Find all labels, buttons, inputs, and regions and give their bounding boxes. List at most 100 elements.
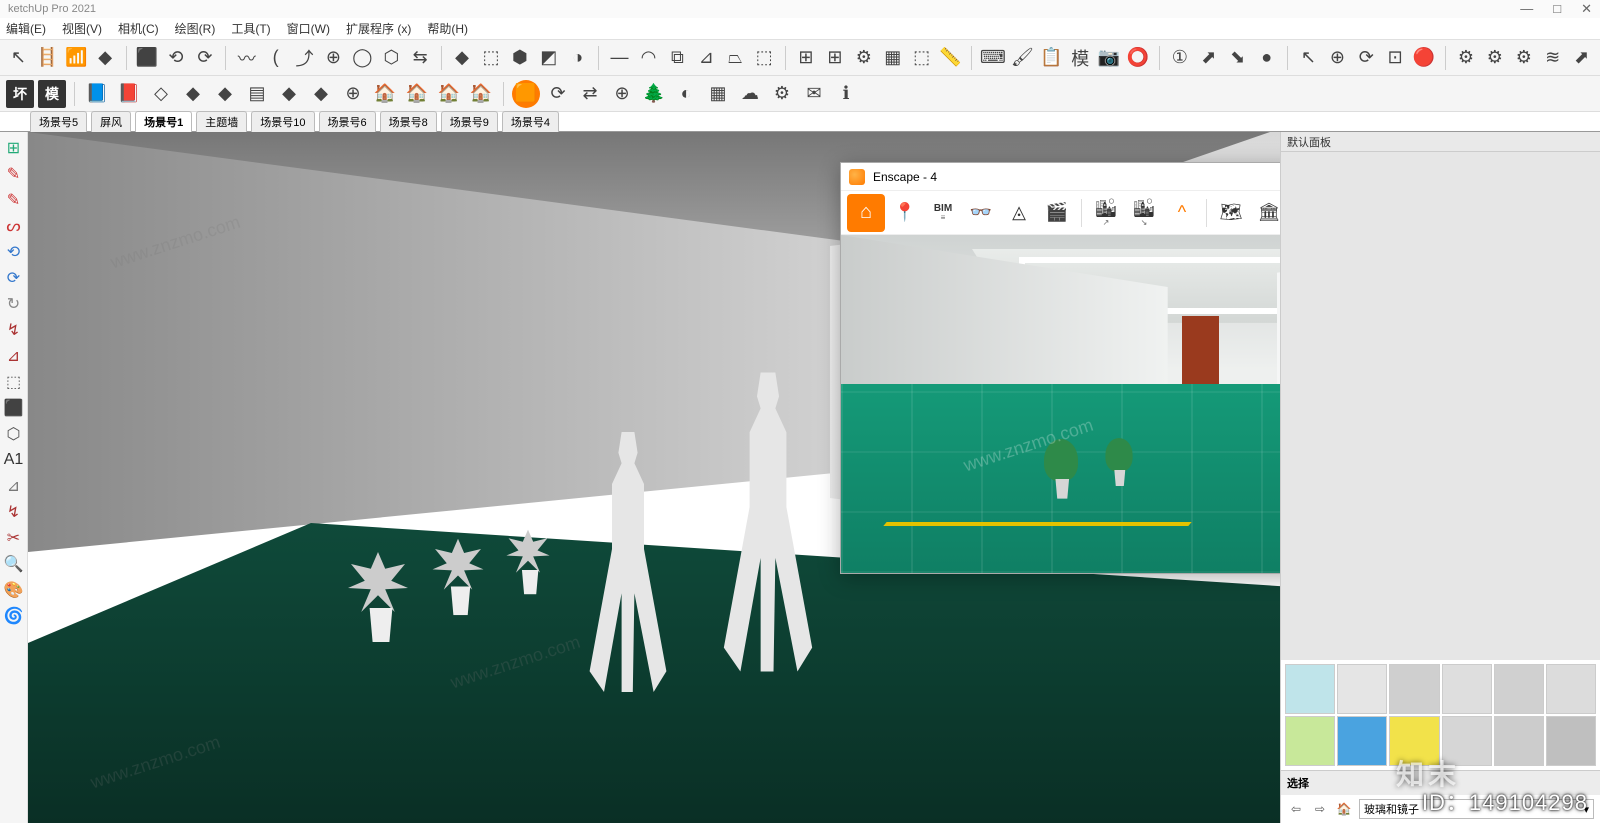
toolbar1-button-15[interactable]: ⬚ [479,44,504,72]
toolbar2-button-12[interactable]: 🏠 [467,80,495,108]
left-tool-15[interactable]: ✂ [2,526,26,550]
toolbar2-badge-1[interactable]: 模 [38,80,66,108]
scene-tab-6[interactable]: 场景号8 [380,111,437,132]
toolbar1-button-19[interactable]: — [607,44,632,72]
toolbar1-button-22[interactable]: ⊿ [694,44,719,72]
toolbar1-button-37[interactable]: ① [1167,44,1192,72]
toolbar1-button-32[interactable]: 🖌 [1010,44,1035,72]
material-swatch-7[interactable] [1337,716,1387,766]
scene-tab-0[interactable]: 场景号5 [30,111,87,132]
toolbar1-button-44[interactable]: ⊡ [1383,44,1408,72]
enscape-tool-10[interactable]: 🗺 [1213,195,1249,231]
toolbar1-button-47[interactable]: ⚙ [1482,44,1507,72]
left-tool-1[interactable]: ✎ [2,162,26,186]
menu-camera[interactable]: 相机(C) [118,20,159,37]
toolbar1-button-45[interactable]: 🔴 [1412,44,1437,72]
toolbar2-enscape-button-10[interactable]: ℹ [832,80,860,108]
menu-window[interactable]: 窗口(W) [287,20,330,37]
material-swatch-5[interactable] [1546,664,1596,714]
toolbar2-button-0[interactable]: 📘 [83,80,111,108]
enscape-tool-4[interactable]: 🎬 [1039,195,1075,231]
toolbar2-button-9[interactable]: 🏠 [371,80,399,108]
toolbar1-button-24[interactable]: ⬚ [752,44,777,72]
toolbar2-button-7[interactable]: ◆ [307,80,335,108]
toolbar1-button-42[interactable]: ⊕ [1325,44,1350,72]
toolbar1-button-34[interactable]: 模 [1068,44,1093,72]
toolbar2-enscape-button-7[interactable]: ☁ [736,80,764,108]
toolbar2-badge-0[interactable]: 坏 [6,80,34,108]
left-tool-18[interactable]: 🌀 [2,604,26,628]
toolbar1-button-4[interactable]: ⬛ [135,44,160,72]
left-tool-10[interactable]: ⬛ [2,396,26,420]
toolbar1-button-50[interactable]: ⬈ [1569,44,1594,72]
menu-extensions[interactable]: 扩展程序 (x) [346,20,411,37]
toolbar2-button-8[interactable]: ⊕ [339,80,367,108]
toolbar2-enscape-button-0[interactable]: 🟧 [512,80,540,108]
toolbar1-button-26[interactable]: ⊞ [822,44,847,72]
toolbar2-button-6[interactable]: ◆ [275,80,303,108]
toolbar2-enscape-button-5[interactable]: ◐ [672,80,700,108]
toolbar1-button-49[interactable]: ≋ [1540,44,1565,72]
toolbar1-button-16[interactable]: ⬢ [507,44,532,72]
menu-draw[interactable]: 绘图(R) [175,20,216,37]
toolbar1-button-7[interactable]: 〰 [234,44,259,72]
left-tool-14[interactable]: ↯ [2,500,26,524]
material-swatch-0[interactable] [1285,664,1335,714]
menu-edit[interactable]: 编辑(E) [6,20,46,37]
toolbar1-button-35[interactable]: 📷 [1097,44,1122,72]
material-swatch-1[interactable] [1337,664,1387,714]
toolbar1-button-36[interactable]: ⭕ [1126,44,1151,72]
menu-help[interactable]: 帮助(H) [427,20,468,37]
toolbar1-button-41[interactable]: ↖ [1296,44,1321,72]
toolbar2-enscape-button-2[interactable]: ⇄ [576,80,604,108]
toolbar2-enscape-button-3[interactable]: ⊕ [608,80,636,108]
left-tool-6[interactable]: ↻ [2,292,26,316]
toolbar1-button-33[interactable]: 📋 [1039,44,1064,72]
enscape-tool-1[interactable]: BIM≡ [925,195,961,231]
toolbar1-button-29[interactable]: ⬚ [909,44,934,72]
toolbar2-enscape-button-4[interactable]: 🌲 [640,80,668,108]
tray-title[interactable]: 默认面板 [1281,132,1600,152]
toolbar1-button-21[interactable]: ⧉ [665,44,690,72]
material-swatch-10[interactable] [1494,716,1544,766]
toolbar1-button-9[interactable]: ⤴ [292,44,317,72]
scene-tab-1[interactable]: 屏风 [91,111,131,132]
material-home-button[interactable]: 🏠 [1335,802,1353,816]
toolbar2-enscape-button-6[interactable]: ▦ [704,80,732,108]
material-swatch-11[interactable] [1546,716,1596,766]
menu-tools[interactable]: 工具(T) [231,20,270,37]
toolbar1-button-30[interactable]: 📏 [938,44,963,72]
enscape-tool-3[interactable]: ◬ [1001,195,1037,231]
toolbar2-button-2[interactable]: ◇ [147,80,175,108]
left-tool-0[interactable]: ⊞ [2,136,26,160]
toolbar1-button-39[interactable]: ⬊ [1225,44,1250,72]
toolbar1-button-8[interactable]: ( [263,44,288,72]
toolbar1-button-46[interactable]: ⚙ [1453,44,1478,72]
scene-tab-2[interactable]: 场景号1 [135,111,192,132]
toolbar1-button-11[interactable]: ◯ [350,44,375,72]
toolbar1-button-40[interactable]: ● [1254,44,1279,72]
toolbar1-button-17[interactable]: ◩ [536,44,561,72]
toolbar1-button-18[interactable]: ◑ [565,44,590,72]
toolbar1-button-0[interactable]: ↖ [6,44,31,72]
toolbar1-button-43[interactable]: ⟳ [1354,44,1379,72]
toolbar1-button-5[interactable]: ⟲ [164,44,189,72]
material-swatch-2[interactable] [1389,664,1439,714]
left-tool-5[interactable]: ⟳ [2,266,26,290]
toolbar1-button-10[interactable]: ⊕ [321,44,346,72]
minimize-button[interactable]: — [1520,1,1533,17]
toolbar2-enscape-button-1[interactable]: ⟳ [544,80,572,108]
material-swatch-3[interactable] [1442,664,1492,714]
scene-tab-4[interactable]: 场景号10 [251,111,314,132]
enscape-tool-7[interactable]: 🏙↘ [1126,195,1162,231]
toolbar1-button-14[interactable]: ◆ [450,44,475,72]
left-tool-3[interactable]: ᔕ [2,214,26,238]
scene-tab-5[interactable]: 场景号6 [319,111,376,132]
left-tool-7[interactable]: ↯ [2,318,26,342]
toolbar2-enscape-button-9[interactable]: ✉ [800,80,828,108]
toolbar1-button-31[interactable]: ⌨ [980,44,1006,72]
enscape-tool-2[interactable]: 👓 [963,195,999,231]
toolbar2-button-11[interactable]: 🏠 [435,80,463,108]
left-tool-11[interactable]: ⬡ [2,422,26,446]
toolbar1-button-20[interactable]: ◠ [636,44,661,72]
